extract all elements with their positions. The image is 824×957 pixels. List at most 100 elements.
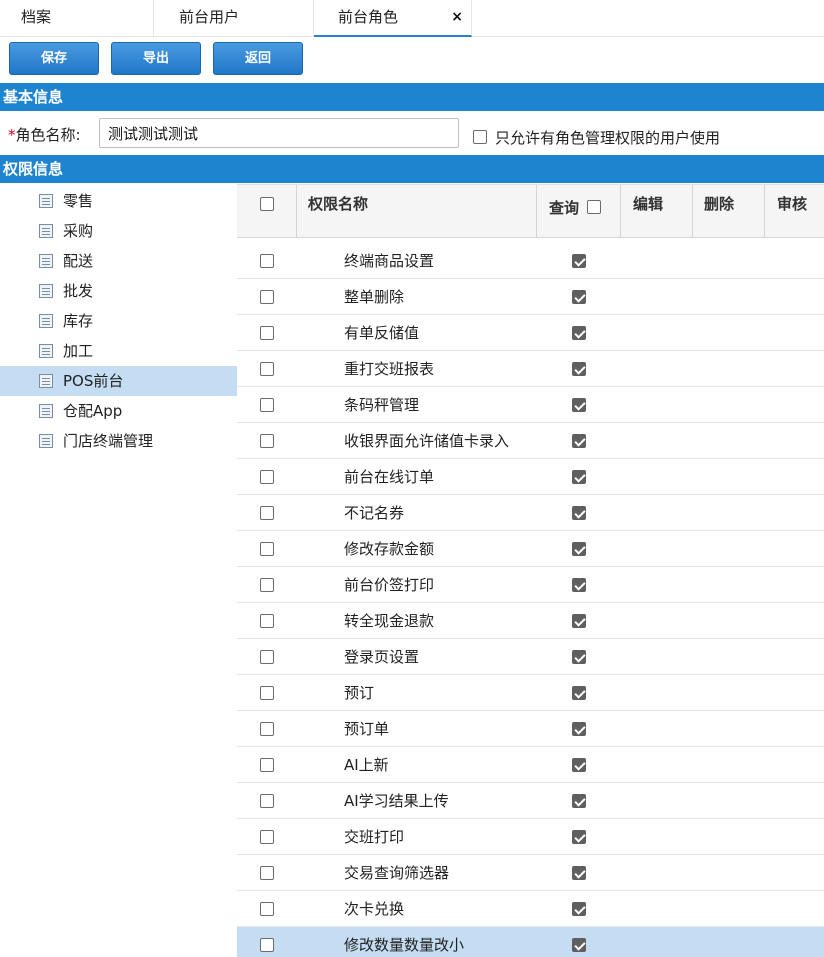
select-all-checkbox[interactable]: [260, 197, 274, 211]
table-row[interactable]: 重打交班报表: [237, 351, 824, 387]
query-permission-checkbox[interactable]: [572, 614, 586, 628]
query-permission-checkbox[interactable]: [572, 506, 586, 520]
tab-bar: 档案 前台用户 前台角色 ×: [0, 0, 824, 37]
permission-name: 交易查询筛选器: [344, 864, 450, 882]
query-permission-checkbox[interactable]: [572, 470, 586, 484]
permission-name: 终端商品设置: [344, 252, 435, 270]
query-permission-checkbox[interactable]: [572, 902, 586, 916]
tree-item-label: 加工: [63, 342, 94, 360]
required-mark: *: [8, 126, 16, 144]
table-row[interactable]: 预订: [237, 675, 824, 711]
tab-archive[interactable]: 档案: [0, 0, 154, 36]
row-select-checkbox[interactable]: [260, 650, 274, 664]
row-select-checkbox[interactable]: [260, 362, 274, 376]
grid-gap: [237, 238, 824, 242]
row-select-checkbox[interactable]: [260, 866, 274, 880]
query-permission-checkbox[interactable]: [572, 722, 586, 736]
document-icon: [39, 314, 53, 328]
table-row[interactable]: 次卡兑换: [237, 891, 824, 927]
query-permission-checkbox[interactable]: [572, 758, 586, 772]
row-select-checkbox[interactable]: [260, 254, 274, 268]
row-select-checkbox[interactable]: [260, 290, 274, 304]
row-select-checkbox[interactable]: [260, 722, 274, 736]
document-icon: [39, 434, 53, 448]
tree-item[interactable]: 配送: [0, 246, 237, 276]
table-row[interactable]: 转全现金退款: [237, 603, 824, 639]
tree-item[interactable]: 库存: [0, 306, 237, 336]
row-select-checkbox[interactable]: [260, 542, 274, 556]
query-permission-checkbox[interactable]: [572, 578, 586, 592]
row-select-checkbox[interactable]: [260, 902, 274, 916]
tab-front-roles[interactable]: 前台角色 ×: [314, 0, 472, 37]
tree-item[interactable]: 采购: [0, 216, 237, 246]
close-icon[interactable]: ×: [451, 0, 463, 34]
only-role-option[interactable]: 只允许有角色管理权限的用户使用: [473, 127, 720, 148]
permission-name: 有单反储值: [344, 324, 420, 342]
query-permission-checkbox[interactable]: [572, 794, 586, 808]
back-button[interactable]: 返回: [213, 42, 303, 75]
table-row[interactable]: 整单删除: [237, 279, 824, 315]
query-permission-checkbox[interactable]: [572, 326, 586, 340]
role-name-input[interactable]: [99, 118, 459, 148]
permission-name: AI学习结果上传: [344, 792, 449, 810]
permission-grid: 权限名称 查询 编辑 删除 审核 终端商品设置 整单删除 有单反储值 重打交班报表 条码…: [237, 184, 824, 957]
query-permission-checkbox[interactable]: [572, 290, 586, 304]
row-select-checkbox[interactable]: [260, 830, 274, 844]
query-permission-checkbox[interactable]: [572, 254, 586, 268]
table-row[interactable]: 预订单: [237, 711, 824, 747]
row-select-checkbox[interactable]: [260, 938, 274, 952]
table-row[interactable]: 修改数量数量改小: [237, 927, 824, 957]
table-row[interactable]: 交班打印: [237, 819, 824, 855]
query-permission-checkbox[interactable]: [572, 434, 586, 448]
header-query: 查询: [537, 185, 621, 238]
row-select-checkbox[interactable]: [260, 326, 274, 340]
row-select-checkbox[interactable]: [260, 398, 274, 412]
row-select-checkbox[interactable]: [260, 794, 274, 808]
row-select-checkbox[interactable]: [260, 434, 274, 448]
query-permission-checkbox[interactable]: [572, 650, 586, 664]
permission-name: 交班打印: [344, 828, 405, 846]
query-all-checkbox[interactable]: [587, 199, 602, 214]
row-select-checkbox[interactable]: [260, 686, 274, 700]
query-permission-checkbox[interactable]: [572, 938, 586, 952]
header-select-all-cell: [237, 185, 297, 238]
tree-item[interactable]: 加工: [0, 336, 237, 366]
tab-front-users[interactable]: 前台用户: [154, 0, 314, 36]
header-delete: 删除: [693, 185, 765, 238]
only-role-checkbox[interactable]: [473, 129, 487, 144]
table-row[interactable]: 不记名券: [237, 495, 824, 531]
table-row[interactable]: 前台在线订单: [237, 459, 824, 495]
row-select-checkbox[interactable]: [260, 758, 274, 772]
tree-item[interactable]: 零售: [0, 186, 237, 216]
row-select-checkbox[interactable]: [260, 470, 274, 484]
table-row[interactable]: 有单反储值: [237, 315, 824, 351]
query-permission-checkbox[interactable]: [572, 398, 586, 412]
tree-item[interactable]: 门店终端管理: [0, 426, 237, 456]
tree-item[interactable]: 批发: [0, 276, 237, 306]
table-row[interactable]: 交易查询筛选器: [237, 855, 824, 891]
query-permission-checkbox[interactable]: [572, 830, 586, 844]
table-row[interactable]: 条码秤管理: [237, 387, 824, 423]
query-permission-checkbox[interactable]: [572, 362, 586, 376]
permission-name: 前台在线订单: [344, 468, 435, 486]
table-row[interactable]: 前台价签打印: [237, 567, 824, 603]
table-row[interactable]: 登录页设置: [237, 639, 824, 675]
query-permission-checkbox[interactable]: [572, 686, 586, 700]
export-button[interactable]: 导出: [111, 42, 201, 75]
save-button[interactable]: 保存: [9, 42, 99, 75]
table-row[interactable]: AI学习结果上传: [237, 783, 824, 819]
permission-name: 收银界面允许储值卡录入: [344, 432, 510, 450]
table-row[interactable]: 终端商品设置: [237, 243, 824, 279]
tree-item[interactable]: POS前台: [0, 366, 237, 396]
table-row[interactable]: 修改存款金额: [237, 531, 824, 567]
header-permission-name: 权限名称: [297, 185, 537, 238]
table-row[interactable]: 收银界面允许储值卡录入: [237, 423, 824, 459]
query-permission-checkbox[interactable]: [572, 542, 586, 556]
tree-item[interactable]: 仓配App: [0, 396, 237, 426]
tree-item-label: 库存: [63, 312, 94, 330]
row-select-checkbox[interactable]: [260, 578, 274, 592]
query-permission-checkbox[interactable]: [572, 866, 586, 880]
row-select-checkbox[interactable]: [260, 614, 274, 628]
table-row[interactable]: AI上新: [237, 747, 824, 783]
row-select-checkbox[interactable]: [260, 506, 274, 520]
